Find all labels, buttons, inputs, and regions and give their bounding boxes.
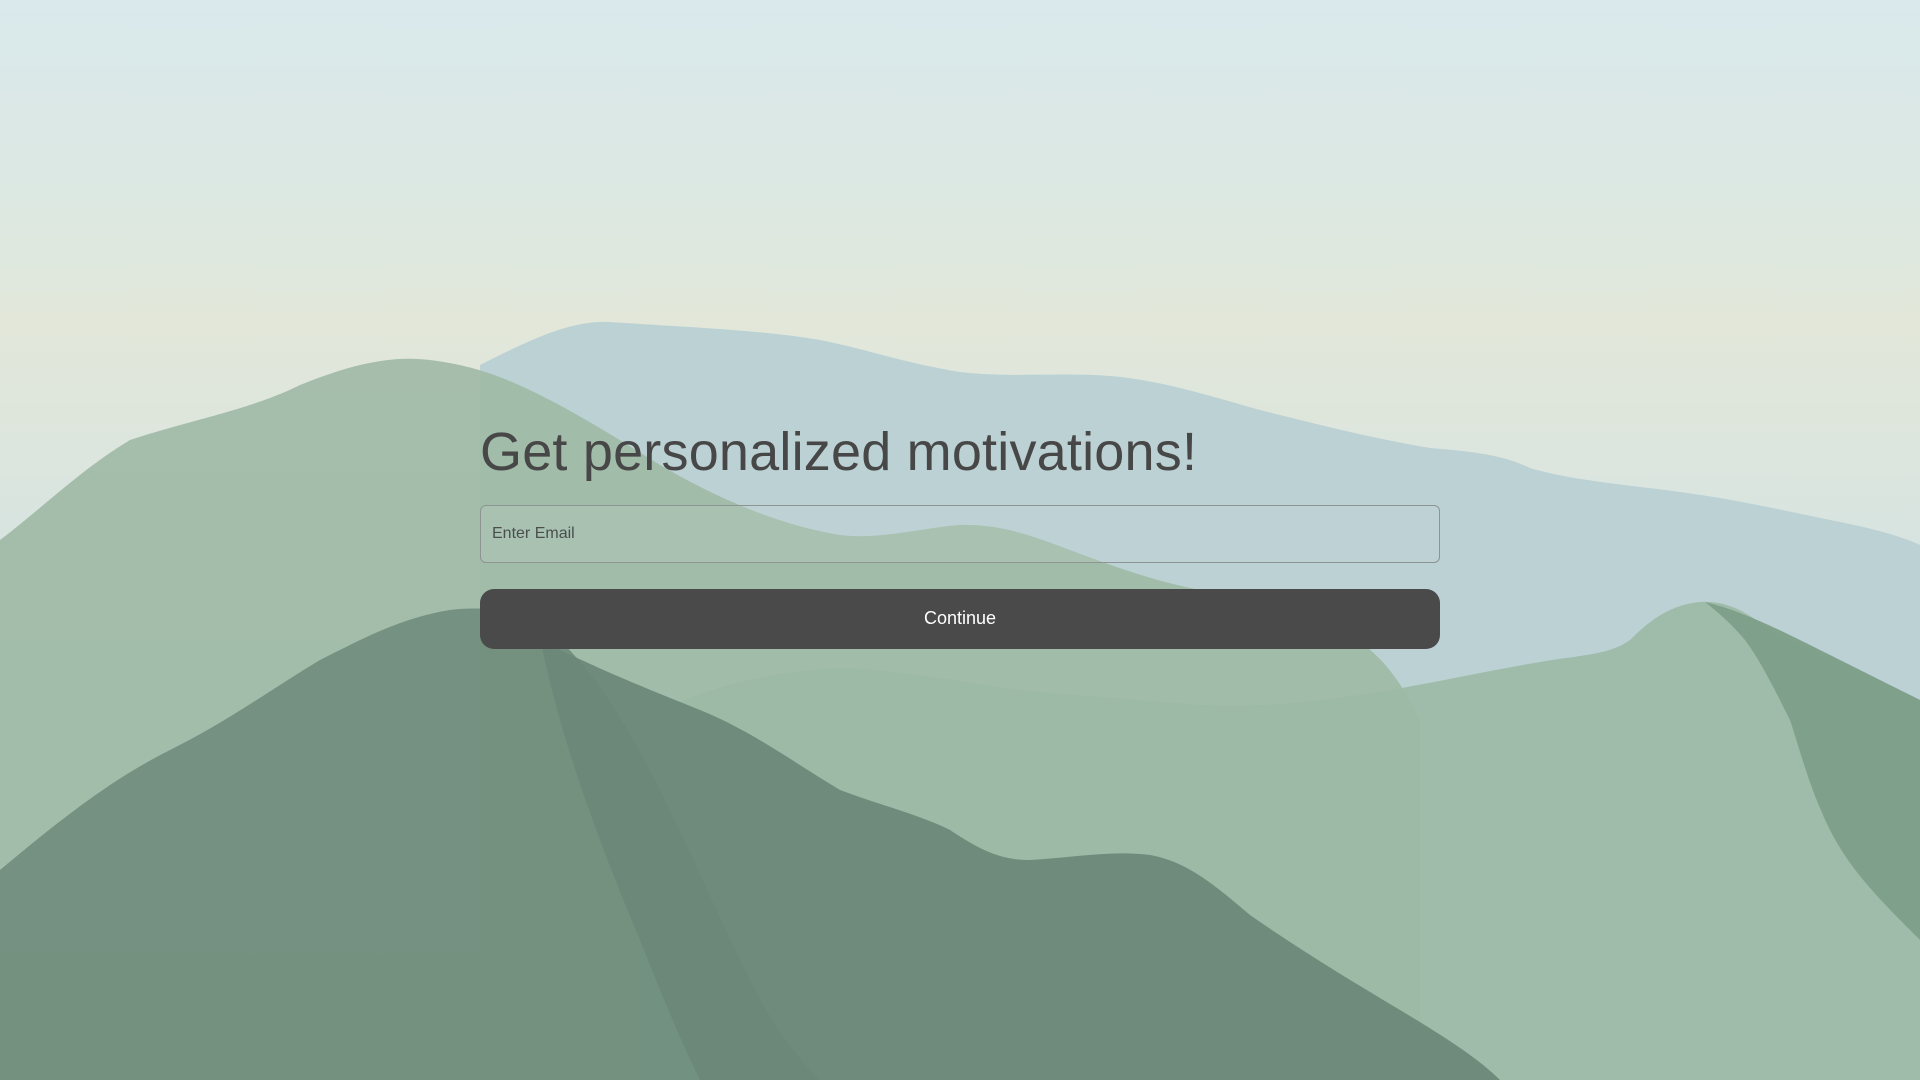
email-input[interactable] bbox=[480, 504, 1440, 563]
continue-button[interactable]: Continue bbox=[480, 588, 1440, 649]
page-headline: Get personalized motivations! bbox=[480, 422, 1198, 482]
signup-panel: Get personalized motivations! Continue bbox=[480, 420, 1440, 649]
